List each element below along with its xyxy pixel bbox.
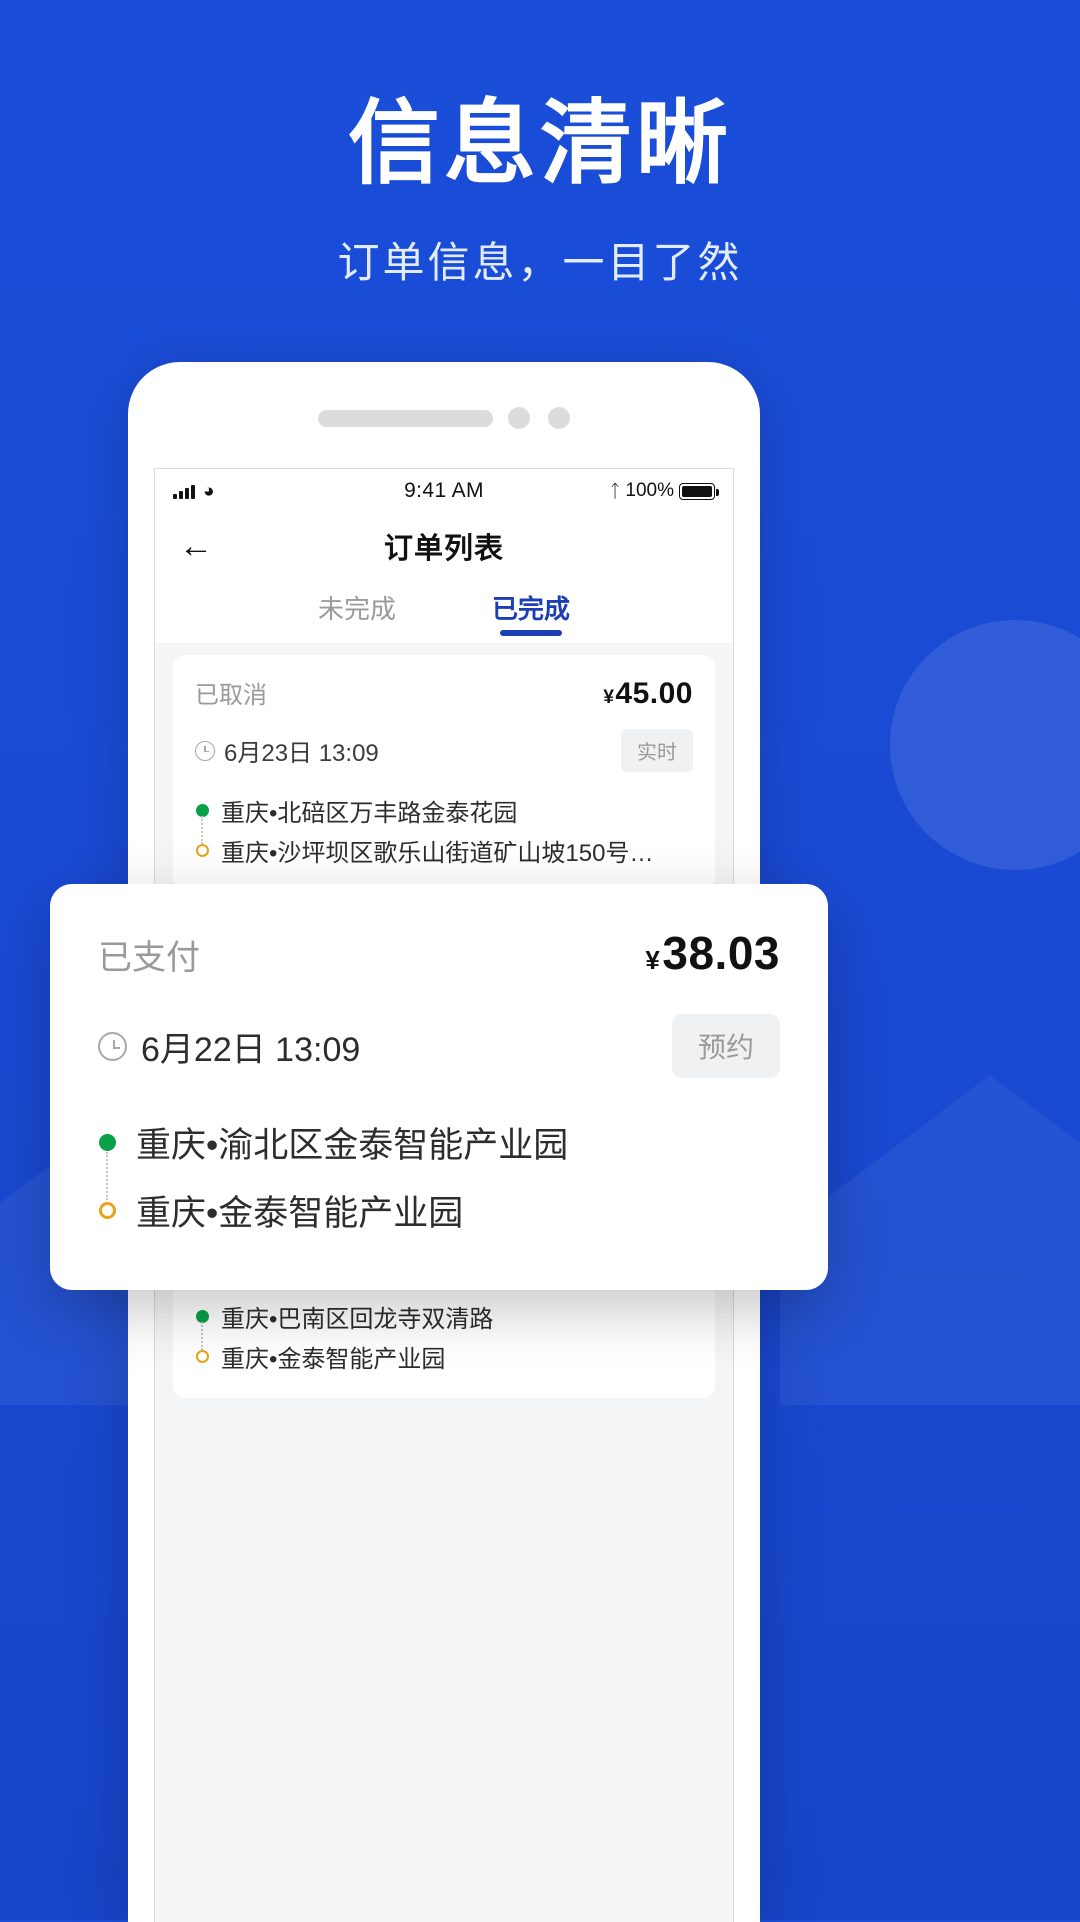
speaker-grill	[318, 410, 493, 427]
page-subtitle: 订单信息，一目了然	[337, 238, 743, 286]
clock-icon	[98, 1031, 127, 1061]
destination-address: 重庆•金泰智能产业园	[221, 1345, 446, 1373]
highlighted-order-card[interactable]: 已支付 ¥38.03 6月22日 13:09 预约 重庆•渝北区金泰智能产业园 …	[50, 884, 828, 1290]
status-bar-left: ◕	[173, 482, 323, 501]
highlight-status-badge: 已支付	[98, 939, 200, 977]
price-value: 45.00	[615, 677, 693, 710]
order-type-badge: 实时	[621, 729, 693, 772]
dropoff-dot-icon	[195, 843, 209, 857]
clock-icon	[195, 740, 215, 761]
signal-bars-icon	[173, 484, 195, 499]
highlight-card-header: 已支付 ¥38.03	[98, 926, 780, 980]
destination-address: 重庆•沙坪坝区歌乐山街道矿山坡150号…	[221, 839, 654, 867]
highlight-destination-address: 重庆•金泰智能产业园	[136, 1193, 464, 1233]
tab-unfinished[interactable]: 未完成	[318, 589, 396, 634]
route-row-origin: 重庆•巴南区回龙寺双清路	[195, 1296, 693, 1336]
dropoff-dot-icon	[195, 1349, 209, 1363]
route-row-origin: 重庆•北碚区万丰路金泰花园	[195, 790, 693, 830]
page-title: 信息清晰	[347, 93, 732, 195]
order-route: 重庆•北碚区万丰路金泰花园 重庆•沙坪坝区歌乐山街道矿山坡150号…	[195, 790, 693, 870]
highlight-order-time: 6月22日 13:09	[141, 1030, 361, 1069]
price-value: 38.03	[662, 927, 780, 979]
wifi-icon: ◕	[203, 480, 215, 502]
highlight-card-meta: 6月22日 13:09 预约	[98, 1014, 780, 1078]
origin-address: 重庆•北碚区万丰路金泰花园	[221, 799, 518, 827]
tab-bar: 未完成 已完成	[155, 579, 733, 643]
nav-title: 订单列表	[383, 533, 504, 565]
highlight-order-route: 重庆•渝北区金泰智能产业园 重庆•金泰智能产业园	[98, 1108, 780, 1244]
order-time-group: 6月23日 13:09	[195, 733, 379, 768]
phone-top-bezel	[128, 362, 760, 468]
order-card-header: 已取消 ¥45.00	[195, 675, 693, 711]
battery-icon	[679, 482, 719, 500]
currency-symbol: ¥	[645, 945, 661, 975]
order-card[interactable]: 已取消 ¥45.00 6月23日 13:09 实时 重庆•北碚区万丰路金泰花园	[173, 655, 715, 892]
status-badge: 已取消	[195, 682, 267, 709]
order-time: 6月23日 13:09	[224, 740, 379, 767]
status-bar: ◕ 9:41 AM ᛏ 100%	[155, 469, 733, 513]
tab-finished[interactable]: 已完成	[492, 589, 570, 634]
currency-symbol: ¥	[603, 687, 615, 708]
order-price: ¥45.00	[603, 677, 693, 711]
highlight-order-type-badge: 预约	[671, 1014, 780, 1078]
hero-section: 信息清晰 订单信息，一目了然	[0, 0, 1080, 290]
pickup-dot-icon	[98, 1133, 116, 1151]
route-row-origin: 重庆•渝北区金泰智能产业园	[98, 1108, 780, 1176]
route-dashed-line	[201, 816, 203, 844]
camera-dot-icon	[508, 407, 530, 429]
decorative-circle	[890, 620, 1080, 870]
pickup-dot-icon	[195, 1309, 209, 1323]
status-bar-clock: 9:41 AM	[404, 479, 484, 502]
route-row-destination: 重庆•金泰智能产业园	[195, 1336, 693, 1376]
back-arrow-icon[interactable]: ←	[179, 529, 213, 563]
route-row-destination: 重庆•金泰智能产业园	[98, 1176, 780, 1244]
battery-percent-label: 100%	[625, 480, 674, 501]
origin-address: 重庆•巴南区回龙寺双清路	[221, 1305, 494, 1333]
highlight-origin-address: 重庆•渝北区金泰智能产业园	[136, 1125, 569, 1165]
dropoff-dot-icon	[98, 1201, 116, 1219]
highlight-order-price: ¥38.03	[645, 926, 780, 980]
order-route: 重庆•巴南区回龙寺双清路 重庆•金泰智能产业园	[195, 1296, 693, 1376]
sensor-dot-icon	[548, 407, 570, 429]
route-dashed-line	[106, 1152, 108, 1200]
order-card-meta: 6月23日 13:09 实时	[195, 729, 693, 772]
route-row-destination: 重庆•沙坪坝区歌乐山街道矿山坡150号…	[195, 830, 693, 870]
status-bar-right: ᛏ 100%	[565, 480, 719, 502]
route-dashed-line	[201, 1322, 203, 1350]
nav-bar: ← 订单列表	[155, 513, 733, 579]
pickup-dot-icon	[195, 803, 209, 817]
highlight-time-group: 6月22日 13:09	[98, 1022, 360, 1071]
bluetooth-icon: ᛏ	[609, 480, 621, 501]
